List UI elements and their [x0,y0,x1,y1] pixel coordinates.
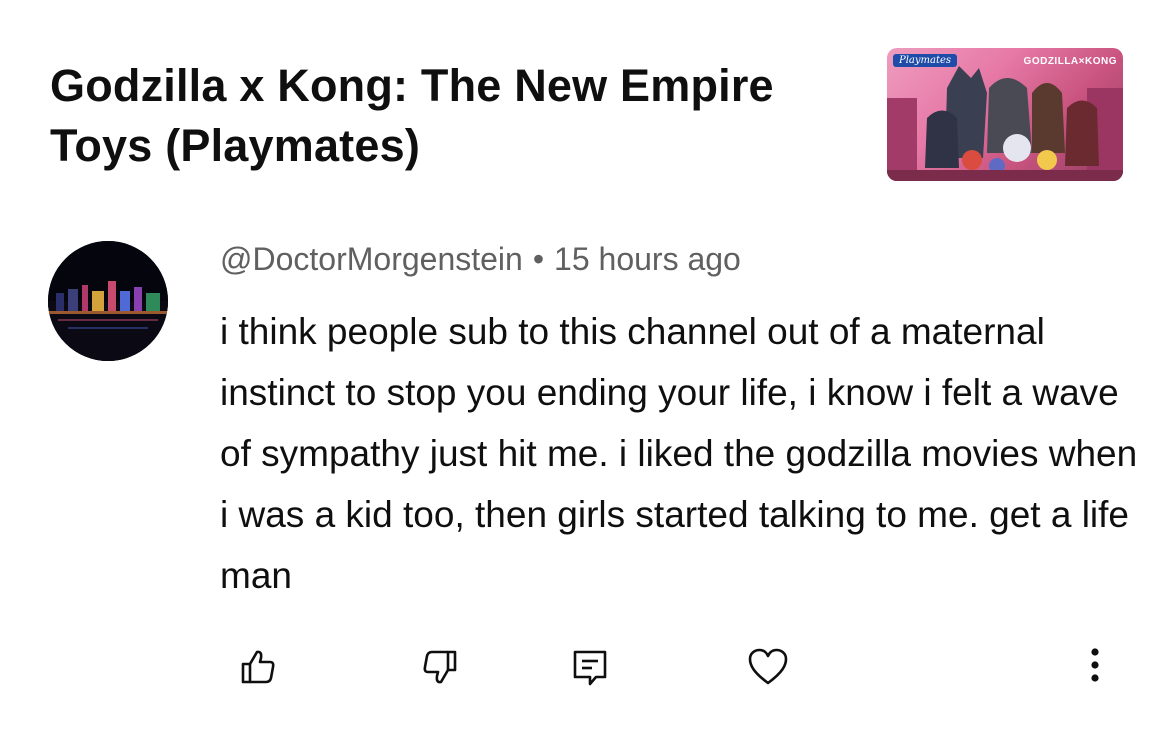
playmates-logo: Playmates [893,54,958,67]
thumbs-down-icon [423,650,457,684]
avatar[interactable] [48,241,168,361]
dislike-button[interactable] [418,645,462,689]
thumbs-up-icon [241,650,275,684]
like-button[interactable] [236,645,280,689]
godzilla-kong-logo: GODZILLA×KONG [1023,56,1117,67]
video-title[interactable]: Godzilla x Kong: The New Empire Toys (Pl… [50,56,850,176]
comment-author[interactable]: @DoctorMorgenstein [220,241,523,277]
comment-meta: @DoctorMorgenstein • 15 hours ago [220,241,741,278]
thumbnail-art [887,66,1123,181]
comment-timestamp: 15 hours ago [554,241,741,277]
reply-icon [573,650,607,686]
more-vertical-icon [1091,648,1099,682]
heart-button[interactable] [746,645,790,689]
comment-text: i think people sub to this channel out o… [220,311,1138,596]
reply-button[interactable] [568,645,612,689]
heart-icon [748,648,788,685]
more-options-button[interactable] [1080,645,1110,685]
city-night-avatar-image [48,241,168,361]
video-thumbnail[interactable]: Playmates GODZILLA×KONG [887,48,1123,181]
meta-separator: • [532,241,545,277]
